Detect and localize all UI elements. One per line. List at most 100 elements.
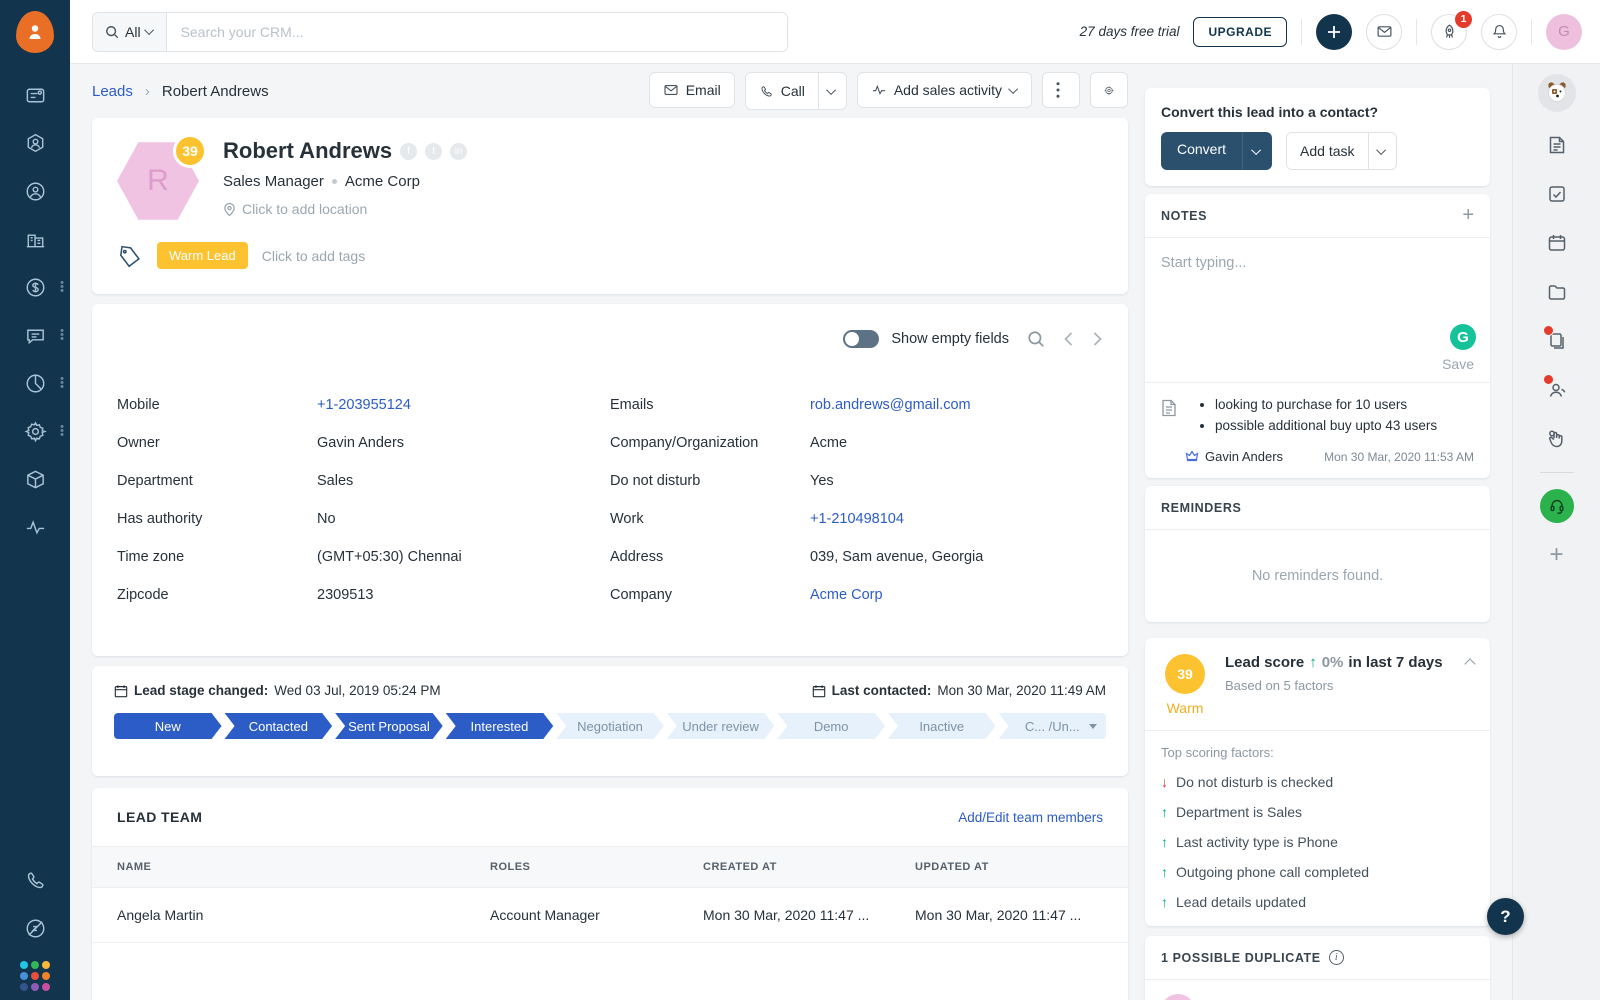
call-dropdown-button[interactable]	[817, 73, 846, 109]
add-note-icon[interactable]: +	[1462, 204, 1474, 227]
table-row[interactable]: Angela Martin Account Manager Mon 30 Mar…	[92, 887, 1128, 943]
rail-duplicates-icon[interactable]	[1535, 321, 1579, 361]
sidebar-item-activity[interactable]	[0, 503, 70, 551]
sidebar-item-leads[interactable]	[0, 119, 70, 167]
user-avatar[interactable]: G	[1546, 13, 1582, 50]
stage-under-review[interactable]: Under review	[667, 713, 775, 739]
search-scope-dropdown[interactable]: All	[93, 12, 167, 51]
column-header-created-at[interactable]: CREATED AT	[703, 846, 915, 888]
rail-playbooks-icon[interactable]	[1535, 419, 1579, 459]
notes-input[interactable]: Start typing... G	[1145, 238, 1490, 356]
call-button[interactable]: Call	[745, 73, 818, 109]
email-inbox-button[interactable]	[1366, 13, 1402, 50]
stage-changed-label: Lead stage changed:	[134, 683, 269, 698]
rail-support-icon[interactable]	[1535, 486, 1579, 526]
scoring-factor: Department is Sales	[1161, 804, 1474, 820]
sidebar-item-settings[interactable]	[0, 407, 70, 455]
rail-add-icon[interactable]: +	[1535, 535, 1579, 575]
whats-new-button[interactable]: 1	[1431, 10, 1472, 50]
stage-interested[interactable]: Interested	[446, 713, 554, 739]
add-tags-field[interactable]: Click to add tags	[262, 248, 366, 264]
stage-demo[interactable]: Demo	[777, 713, 885, 739]
field-value-company-link[interactable]: Acme Corp	[810, 587, 883, 603]
column-header-updated-at[interactable]: UPDATED AT	[915, 846, 1128, 888]
stage-negotiation[interactable]: Negotiation	[556, 713, 664, 739]
next-record-button[interactable]	[1092, 331, 1103, 347]
reminders-title: REMINDERS	[1161, 500, 1242, 515]
prev-record-button[interactable]	[1063, 331, 1074, 347]
email-button[interactable]: Email	[648, 72, 735, 108]
rail-calendar-icon[interactable]	[1535, 223, 1579, 263]
field-value-work[interactable]: +1-210498104	[810, 511, 904, 527]
add-task-button[interactable]: Add task	[1287, 133, 1368, 169]
sidebar-item-phone[interactable]	[0, 856, 70, 904]
add-location-field[interactable]: Click to add location	[223, 201, 467, 217]
sidebar-item-accounts[interactable]	[0, 215, 70, 263]
notifications-button[interactable]	[1481, 13, 1517, 50]
freddy-ai-avatar[interactable]	[1537, 74, 1576, 112]
facebook-icon[interactable]: f	[400, 142, 418, 160]
freshsales-logo-icon[interactable]	[16, 11, 54, 53]
rail-tasks-icon[interactable]	[1535, 174, 1579, 214]
field-value-mobile[interactable]: +1-203955124	[317, 397, 411, 413]
sidebar-item-dashboard[interactable]	[0, 71, 70, 119]
sidebar-item-reports[interactable]	[0, 359, 70, 407]
upgrade-button[interactable]: UPGRADE	[1193, 16, 1287, 47]
search-fields-button[interactable]	[1027, 330, 1045, 348]
crown-icon	[1185, 450, 1199, 462]
rail-notes-icon[interactable]	[1535, 125, 1579, 165]
column-header-roles[interactable]: ROLES	[490, 846, 703, 888]
sidebar-item-conversations[interactable]	[0, 311, 70, 359]
help-button[interactable]: ?	[1487, 898, 1524, 935]
deals-more-icon[interactable]	[60, 281, 64, 293]
rail-contacts-icon[interactable]	[1535, 370, 1579, 410]
conversations-more-icon[interactable]	[60, 329, 64, 341]
note-entry[interactable]: looking to purchase for 10 users possibl…	[1145, 383, 1490, 445]
sidebar-item-apps-grid[interactable]	[0, 952, 70, 1000]
details-right-column: Emails rob.andrews@gmail.com Company/Orga…	[610, 386, 1103, 614]
add-sales-activity-button[interactable]: Add sales activity	[856, 72, 1032, 108]
call-button-label: Call	[780, 83, 805, 99]
more-actions-button[interactable]	[1042, 72, 1080, 108]
stage-new[interactable]: New	[114, 713, 222, 739]
stage-sent-proposal[interactable]: Sent Proposal	[335, 713, 443, 739]
duplicate-entry[interactable]: B Bob Andrews	[1145, 980, 1490, 1000]
rail-files-icon[interactable]	[1535, 272, 1579, 312]
column-header-name[interactable]: NAME	[92, 846, 490, 888]
show-empty-fields-toggle[interactable]	[843, 330, 880, 348]
convert-dropdown-button[interactable]	[1242, 132, 1272, 170]
dot-separator	[331, 179, 337, 184]
info-icon[interactable]: i	[1328, 950, 1344, 965]
collapse-chevron-icon[interactable]	[1464, 658, 1476, 670]
note-author-name[interactable]: Gavin Anders	[1205, 449, 1283, 464]
twitter-icon[interactable]: t	[425, 142, 443, 160]
sidebar-item-contacts[interactable]	[0, 167, 70, 215]
page-settings-button[interactable]	[1090, 72, 1128, 108]
stage-converted-unqualified[interactable]: C... /Un...	[998, 713, 1107, 739]
add-edit-team-members-link[interactable]: Add/Edit team members	[958, 810, 1103, 825]
stage-inactive[interactable]: Inactive	[888, 713, 996, 739]
convert-button[interactable]: Convert	[1161, 132, 1242, 170]
divider	[1531, 18, 1532, 45]
breadcrumb-leads-link[interactable]: Leads	[92, 83, 133, 100]
field-label: Company/Organization	[610, 435, 759, 451]
sidebar-item-deals[interactable]	[0, 263, 70, 311]
lead-tag-chip[interactable]: Warm Lead	[157, 242, 248, 269]
reports-more-icon[interactable]	[60, 377, 64, 389]
search-input[interactable]	[166, 12, 787, 51]
factors-title: Top scoring factors:	[1161, 745, 1274, 760]
quick-add-button[interactable]	[1316, 13, 1352, 50]
save-note-button[interactable]: Save	[1442, 356, 1474, 372]
settings-more-icon[interactable]	[60, 425, 64, 437]
stage-contacted[interactable]: Contacted	[225, 713, 333, 739]
field-value-emails[interactable]: rob.andrews@gmail.com	[810, 397, 971, 413]
stage-dropdown-caret-icon[interactable]	[1089, 723, 1098, 729]
linkedin-icon[interactable]: in	[450, 142, 468, 160]
sidebar-item-products[interactable]	[0, 455, 70, 503]
add-task-dropdown-button[interactable]	[1367, 133, 1396, 169]
scoring-factor: Lead details updated	[1161, 894, 1474, 910]
sidebar-item-zen-mode[interactable]	[0, 904, 70, 952]
breadcrumb: Leads › Robert Andrews Email Call Add sa…	[92, 64, 1128, 118]
grammarly-icon[interactable]: G	[1450, 324, 1476, 350]
factor-text: Last activity type is Phone	[1176, 834, 1338, 850]
